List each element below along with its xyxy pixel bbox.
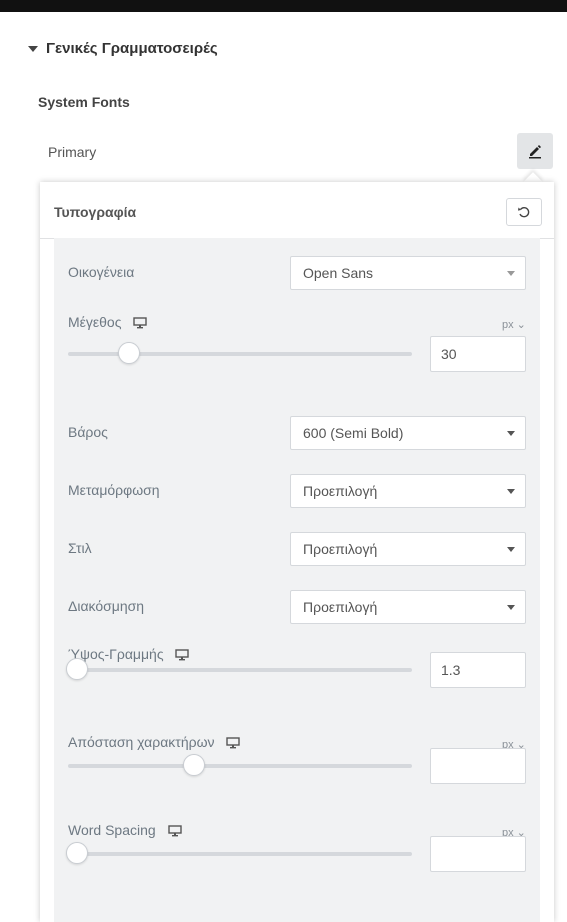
letter-spacing-label: Απόσταση χαρακτήρων <box>68 734 241 750</box>
desktop-monitor-icon[interactable] <box>175 649 190 661</box>
typography-popover: Τυπογραφία Οικογένεια Open Sans Μέγεθος … <box>40 182 554 922</box>
popover-body: Οικογένεια Open Sans Μέγεθος px ⌄ 30 Βάρ… <box>54 238 540 922</box>
letter-spacing-label-text: Απόσταση χαρακτήρων <box>68 734 215 750</box>
line-height-input[interactable]: 1.3 <box>430 652 526 688</box>
decoration-label: Διακόσμηση <box>68 598 145 614</box>
family-value: Open Sans <box>303 265 374 281</box>
size-input[interactable]: 30 <box>430 336 526 372</box>
weight-select[interactable]: 600 (Semi Bold) <box>290 416 526 450</box>
size-unit-selector[interactable]: px ⌄ <box>502 318 526 331</box>
size-label: Μέγεθος <box>68 314 148 330</box>
reset-button[interactable] <box>506 198 542 226</box>
primary-font-label: Primary <box>48 144 97 160</box>
desktop-monitor-icon[interactable] <box>133 317 148 329</box>
size-unit: px <box>502 319 514 331</box>
edit-typography-button[interactable] <box>517 133 553 169</box>
transform-select[interactable]: Προεπιλογή <box>290 474 526 508</box>
chevron-down-icon <box>507 271 515 276</box>
line-height-slider-handle[interactable] <box>66 658 88 680</box>
letter-spacing-slider-handle[interactable] <box>182 754 205 776</box>
section-header[interactable]: Γενικές Γραμματοσειρές <box>28 40 218 57</box>
word-spacing-slider-handle[interactable] <box>66 842 88 864</box>
word-spacing-label-text: Word Spacing <box>68 822 156 838</box>
size-slider-handle[interactable] <box>117 342 140 364</box>
decoration-select[interactable]: Προεπιλογή <box>290 590 526 624</box>
line-height-slider-track[interactable] <box>68 668 412 672</box>
reset-icon <box>518 207 530 218</box>
system-fonts-heading: System Fonts <box>38 94 130 110</box>
line-height-label: Ύψος-Γραμμής <box>68 646 190 662</box>
chevron-down-icon <box>507 431 515 436</box>
section-title: Γενικές Γραμματοσειρές <box>46 40 218 57</box>
popover-title: Τυπογραφία <box>54 204 137 220</box>
letter-spacing-slider-track[interactable] <box>68 764 412 768</box>
word-spacing-label: Word Spacing <box>68 822 182 838</box>
caret-down-icon <box>28 45 38 52</box>
desktop-monitor-icon[interactable] <box>167 825 182 837</box>
size-label-text: Μέγεθος <box>68 314 122 330</box>
transform-value: Προεπιλογή <box>303 483 378 499</box>
top-bar <box>0 0 567 12</box>
word-spacing-slider-track[interactable] <box>68 852 412 856</box>
transform-label: Μεταμόρφωση <box>68 482 160 498</box>
word-spacing-input[interactable] <box>430 836 526 872</box>
style-select[interactable]: Προεπιλογή <box>290 532 526 566</box>
style-label: Στιλ <box>68 540 92 556</box>
chevron-down-icon <box>507 547 515 552</box>
letter-spacing-input[interactable] <box>430 748 526 784</box>
decoration-value: Προεπιλογή <box>303 599 378 615</box>
style-value: Προεπιλογή <box>303 541 378 557</box>
pencil-icon <box>529 145 541 159</box>
popover-header: Τυπογραφία <box>40 182 554 239</box>
chevron-down-icon <box>507 489 515 494</box>
desktop-monitor-icon[interactable] <box>226 737 241 749</box>
family-select[interactable]: Open Sans <box>290 256 526 290</box>
family-label: Οικογένεια <box>68 264 135 280</box>
chevron-down-icon <box>507 605 515 610</box>
weight-value: 600 (Semi Bold) <box>303 425 404 441</box>
weight-label: Βάρος <box>68 424 108 440</box>
